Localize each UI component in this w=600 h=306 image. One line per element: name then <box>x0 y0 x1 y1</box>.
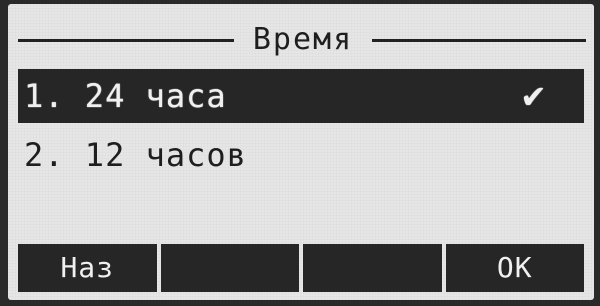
menu-item-12-hour[interactable]: 2. 12 часов <box>18 128 584 182</box>
menu-item-label: 1. 24 часа <box>24 77 227 115</box>
screen-title: Время <box>252 22 354 57</box>
softkey-bar: Наз OK <box>18 244 584 292</box>
title-row: Время <box>8 20 594 60</box>
title-divider-right <box>372 39 586 42</box>
check-icon: ✔ <box>522 75 546 116</box>
title-divider-left <box>18 39 234 42</box>
softkey-3[interactable] <box>303 244 442 292</box>
lcd-screen: Время 1. 24 часа ✔ 2. 12 часов Наз OK <box>8 4 594 300</box>
menu-item-label: 2. 12 часов <box>24 136 247 174</box>
menu-item-24-hour[interactable]: 1. 24 часа ✔ <box>18 69 584 123</box>
softkey-back[interactable]: Наз <box>18 244 157 292</box>
softkey-ok[interactable]: OK <box>445 244 584 292</box>
softkey-2[interactable] <box>160 244 299 292</box>
phone-bezel: Время 1. 24 часа ✔ 2. 12 часов Наз OK <box>0 0 600 306</box>
